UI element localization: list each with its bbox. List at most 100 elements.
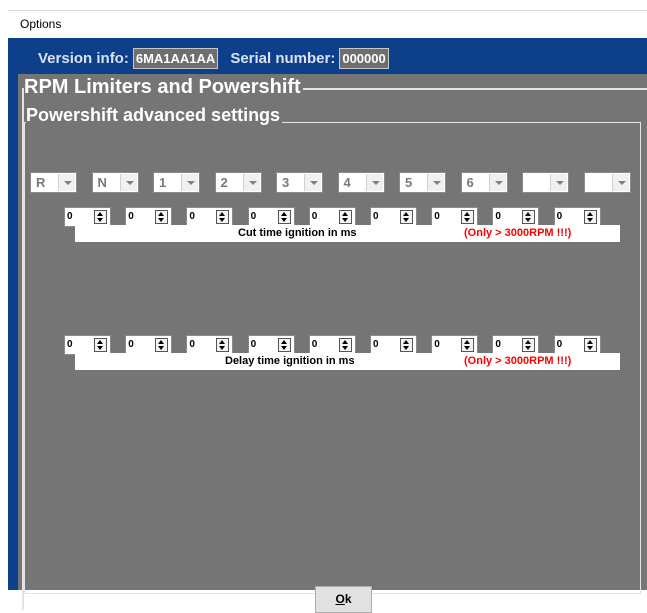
- cut-time-spinbox[interactable]: 0: [308, 207, 356, 227]
- spin-arrows-icon[interactable]: [216, 210, 230, 224]
- cut-time-spinbox[interactable]: 0: [553, 207, 601, 227]
- spinbox-value: 0: [373, 211, 379, 222]
- gear-select-value: 4: [343, 175, 351, 190]
- dropdown-arrow-icon[interactable]: [242, 174, 260, 191]
- rpm-limiters-panel: RPM Limiters and Powershift Powershift a…: [18, 74, 647, 613]
- gear-select-value: 6: [466, 175, 474, 190]
- delay-time-spinbox[interactable]: 0: [370, 335, 417, 355]
- gear-select[interactable]: 1: [153, 172, 200, 193]
- delay-time-spinbox[interactable]: 0: [431, 335, 479, 355]
- spin-arrows-icon[interactable]: [583, 338, 597, 352]
- delay-time-label: Delay time ignition in ms: [225, 355, 355, 367]
- gear-select-value: N: [97, 175, 107, 190]
- gear-select-value: R: [36, 175, 46, 190]
- cut-time-spinbox[interactable]: 0: [186, 207, 234, 227]
- ok-label-rest: k: [344, 592, 352, 606]
- spinbox-value: 0: [556, 211, 563, 222]
- version-value: 6MA1AA1AA: [132, 47, 219, 69]
- spin-arrows-icon[interactable]: [461, 210, 475, 224]
- spin-arrows-icon[interactable]: [522, 210, 536, 224]
- spin-arrows-icon[interactable]: [277, 210, 291, 224]
- cut-time-spinbox[interactable]: 0: [370, 207, 417, 227]
- delay-time-warning: (Only > 3000RPM !!!): [464, 355, 572, 367]
- cut-time-spinbox[interactable]: 0: [64, 207, 111, 227]
- dropdown-arrow-icon[interactable]: [304, 174, 321, 191]
- ok-button[interactable]: Ok: [315, 586, 372, 613]
- spinbox-value: 0: [128, 339, 134, 350]
- spinbox-value: 0: [434, 211, 440, 222]
- dropdown-arrow-icon[interactable]: [427, 174, 444, 191]
- inner-group-title: Powershift advanced settings: [26, 105, 283, 126]
- spin-arrows-icon[interactable]: [522, 338, 536, 352]
- cut-time-label: Cut time ignition in ms: [238, 227, 357, 239]
- spinbox-value: 0: [128, 211, 134, 222]
- delay-time-spinbox[interactable]: 0: [492, 335, 540, 355]
- dropdown-arrow-icon[interactable]: [611, 174, 629, 191]
- spinbox-value: 0: [373, 339, 379, 350]
- spin-arrows-icon[interactable]: [583, 210, 597, 224]
- spinbox-value: 0: [67, 211, 73, 222]
- title-bar: Options: [8, 10, 647, 39]
- delay-time-spinbox[interactable]: 0: [308, 335, 356, 355]
- spin-arrows-icon[interactable]: [155, 210, 169, 224]
- spinbox-value: 0: [67, 339, 73, 350]
- cut-time-spinbox[interactable]: 0: [431, 207, 479, 227]
- dropdown-arrow-icon[interactable]: [365, 174, 383, 191]
- gear-select[interactable]: R: [30, 172, 77, 193]
- gear-select[interactable]: 5: [399, 172, 446, 193]
- spin-arrows-icon[interactable]: [155, 338, 169, 352]
- version-label: Version info:: [38, 49, 129, 67]
- cut-time-spinbox[interactable]: 0: [125, 207, 173, 227]
- gear-select-value: 2: [220, 175, 228, 190]
- dropdown-arrow-icon[interactable]: [550, 174, 567, 191]
- dropdown-arrow-icon[interactable]: [119, 174, 137, 191]
- gear-select[interactable]: 2: [214, 172, 262, 193]
- gear-select[interactable]: 4: [337, 172, 385, 193]
- cut-time-spinbox[interactable]: 0: [492, 207, 540, 227]
- spinbox-value: 0: [250, 211, 257, 222]
- ok-mnemonic: O: [335, 592, 345, 606]
- dropdown-arrow-icon[interactable]: [488, 174, 506, 191]
- dropdown-arrow-icon[interactable]: [181, 174, 198, 191]
- outer-group-title: RPM Limiters and Powershift: [24, 76, 303, 99]
- dropdown-arrow-icon[interactable]: [58, 174, 75, 191]
- gear-select-value: 3: [282, 175, 290, 190]
- delay-time-spinbox[interactable]: 0: [553, 335, 601, 355]
- serial-label: Serial number:: [230, 49, 336, 67]
- cut-time-spinbox[interactable]: 0: [247, 207, 295, 227]
- spin-arrows-icon[interactable]: [461, 338, 475, 352]
- gear-select[interactable]: 3: [276, 172, 323, 193]
- spin-arrows-icon[interactable]: [400, 210, 413, 224]
- spin-arrows-icon[interactable]: [216, 338, 230, 352]
- spin-arrows-icon[interactable]: [400, 338, 413, 352]
- cut-time-warning: (Only > 3000RPM !!!): [464, 227, 572, 239]
- spinbox-value: 0: [311, 211, 318, 222]
- spin-arrows-icon[interactable]: [338, 210, 352, 224]
- options-window: Version info: 6MA1AA1AA Serial number: 0…: [8, 38, 647, 613]
- spin-arrows-icon[interactable]: [277, 338, 291, 352]
- gear-select[interactable]: N: [91, 172, 139, 193]
- spinbox-value: 0: [189, 339, 195, 350]
- spinbox-value: 0: [495, 211, 501, 222]
- spin-arrows-icon[interactable]: [94, 338, 107, 352]
- delay-time-caption: Delay time ignition in ms (Only > 3000RP…: [75, 353, 620, 370]
- delay-time-spinbox[interactable]: 0: [125, 335, 173, 355]
- info-bar: Version info: 6MA1AA1AA Serial number: 0…: [38, 47, 401, 69]
- cut-time-caption: Cut time ignition in ms (Only > 3000RPM …: [75, 225, 620, 242]
- delay-time-spinbox[interactable]: 0: [64, 335, 111, 355]
- spinbox-value: 0: [495, 339, 501, 350]
- gear-select-value: 1: [159, 175, 167, 190]
- spinbox-value: 0: [311, 339, 318, 350]
- gear-select[interactable]: [583, 172, 631, 193]
- spin-arrows-icon[interactable]: [94, 210, 107, 224]
- delay-time-spinbox[interactable]: 0: [186, 335, 234, 355]
- spinbox-value: 0: [434, 339, 440, 350]
- gear-select[interactable]: [522, 172, 569, 193]
- delay-time-spinbox[interactable]: 0: [247, 335, 295, 355]
- window-title: Options: [20, 17, 62, 31]
- spin-arrows-icon[interactable]: [338, 338, 352, 352]
- spinbox-value: 0: [556, 339, 563, 350]
- gear-select[interactable]: 6: [460, 172, 508, 193]
- spinbox-value: 0: [250, 339, 257, 350]
- spinbox-value: 0: [189, 211, 195, 222]
